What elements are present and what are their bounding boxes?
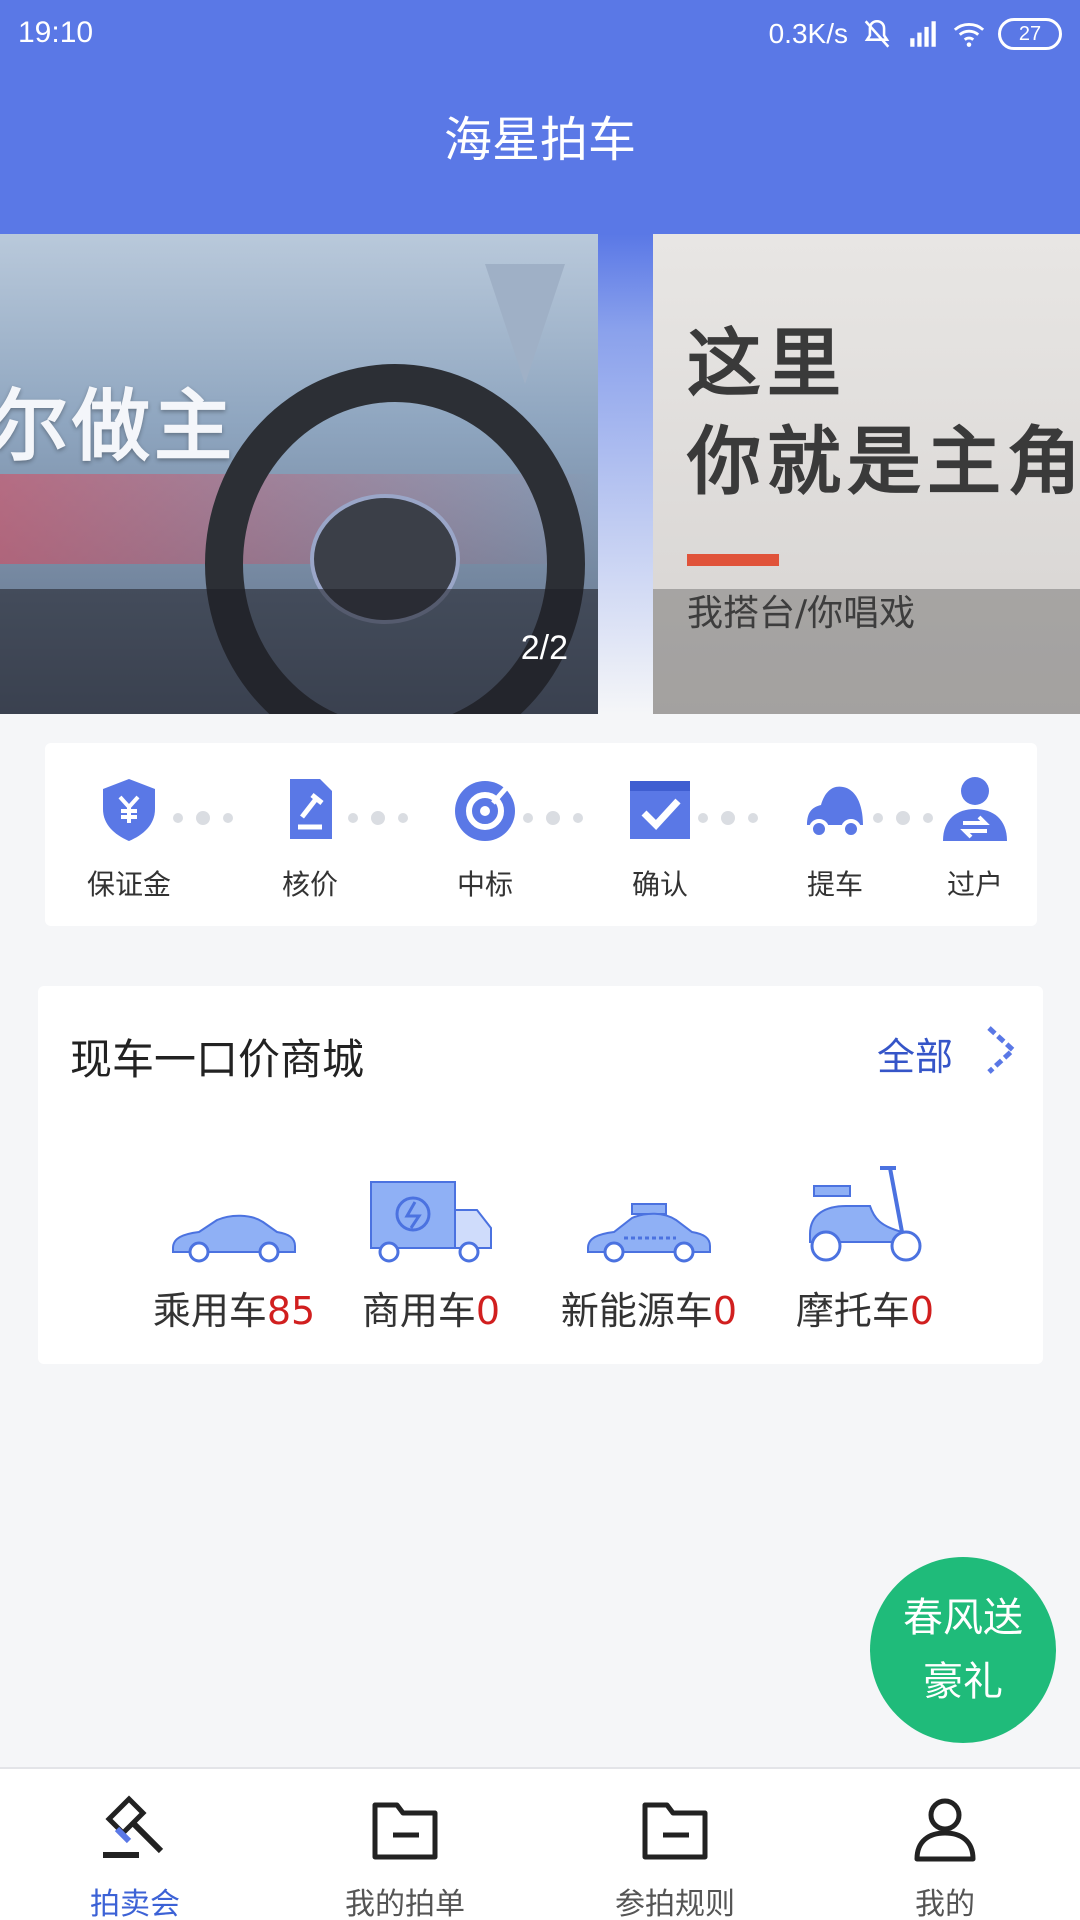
step-connector [698,811,758,825]
nav-label: 参拍规则 [615,1887,735,1920]
promo-line2: 豪礼 [923,1659,1003,1705]
banner-page-counter: 2/2 [520,629,568,667]
fixed-price-mall: 现车一口价商城 全部 乘用车85 商用车0 新能源车0 摩托车0 [38,986,1043,1364]
scooter-icon [809,1166,922,1262]
view-all-link[interactable]: 全部 [877,1026,953,1081]
step-confirm[interactable]: 确认 [590,773,730,903]
status-bar: 19:10 0.3K/s 27 [0,0,1080,72]
wifi-icon [953,23,985,47]
mall-item-caption: 摩托车0 [790,1280,940,1335]
mall-item-caption: 乘用车85 [146,1280,322,1335]
banner-subtitle: 我搭台/你唱戏 [687,593,916,634]
battery-icon: 27 [998,18,1062,50]
promo-line1: 春风送 [903,1595,1023,1641]
step-label: 过户 [946,868,1003,901]
step-win-bid[interactable]: 中标 [415,773,555,903]
battery-level: 27 [1018,22,1042,45]
banner-slide-text: 尔做主 [0,382,237,472]
mall-item-count: 0 [712,1289,738,1333]
mall-item-count: 0 [909,1289,935,1333]
network-speed: 0.3K/s [768,18,848,49]
app-header: 19:10 0.3K/s 27 海星拍车 [0,0,1080,234]
mall-item-label: 新能源车 [560,1289,713,1333]
mall-title: 现车一口价商城 [70,1035,365,1084]
step-label: 中标 [456,868,513,901]
mall-item-new-energy[interactable]: 新能源车0 [556,1156,742,1335]
step-label: 确认 [631,868,688,901]
mall-item-commercial[interactable]: 商用车0 [356,1156,506,1335]
nav-tab-auction[interactable]: 拍卖会 [0,1789,270,1920]
taxi-icon [587,1203,711,1263]
price-check-icon [290,779,332,839]
folder-icon [372,1802,438,1860]
step-deposit[interactable]: 保证金 [59,773,199,903]
nav-label: 我的 [915,1887,975,1920]
banner-heading-line2: 你就是主角 [687,419,1080,505]
sedan-icon [172,1214,296,1263]
banner-prism-decoration [485,264,565,384]
mute-bell-icon [864,19,890,48]
banner-carousel[interactable]: 尔做主 2/2 这里 你就是主角 我搭台/你唱戏 [0,234,1080,714]
mall-item-count: 85 [266,1289,316,1333]
banner-heading-line1: 这里 [687,321,847,407]
bottom-navigation: 拍卖会 我的拍单 参拍规则 我的 [0,1767,1080,1920]
truck-icon [370,1181,492,1263]
promo-floating-button[interactable]: 春风送 豪礼 [870,1557,1056,1743]
mall-item-caption: 商用车0 [356,1280,506,1335]
page-title: 海星拍车 [443,112,636,168]
nav-tab-rules[interactable]: 参拍规则 [540,1789,810,1920]
folder-icon [642,1802,708,1860]
step-label: 保证金 [86,868,171,901]
chevron-right-icon[interactable] [981,1024,1021,1076]
nav-label: 拍卖会 [90,1887,180,1920]
step-label: 核价 [281,868,338,901]
deposit-shield-icon [103,779,155,841]
pickup-car-icon [807,786,863,839]
mall-item-label: 乘用车 [152,1289,267,1333]
status-time: 19:10 [18,16,94,49]
confirm-icon [630,781,690,839]
user-icon [914,1798,976,1862]
nav-label: 我的拍单 [345,1887,465,1920]
banner-accent-bar [687,554,779,566]
step-connector [173,811,233,825]
banner-slide-steering[interactable]: 尔做主 2/2 [0,234,598,714]
mall-item-passenger[interactable]: 乘用车85 [146,1156,322,1335]
auction-gavel-icon [103,1795,164,1858]
signal-icon [910,21,936,47]
banner-slide-next[interactable]: 这里 你就是主角 我搭台/你唱戏 [653,234,1080,714]
mall-item-count: 0 [475,1289,501,1333]
step-connector [523,811,583,825]
transfer-user-icon [943,777,1007,841]
banner-caption-overlay [0,589,598,714]
mall-item-label: 商用车 [361,1289,476,1333]
win-bid-icon [455,781,515,841]
nav-tab-profile[interactable]: 我的 [810,1789,1080,1920]
mall-item-caption: 新能源车0 [556,1280,742,1335]
nav-tab-my-bids[interactable]: 我的拍单 [270,1789,540,1920]
auction-process-steps: 保证金 核价 中标 确认 提车 过户 [45,743,1037,926]
step-price-check[interactable]: 核价 [240,773,380,903]
status-indicators: 0.3K/s 27 [769,14,1062,54]
step-label: 提车 [806,868,863,901]
step-connector [348,811,408,825]
step-transfer[interactable]: 过户 [913,773,1037,903]
mall-item-motorcycle[interactable]: 摩托车0 [790,1156,940,1335]
step-pickup[interactable]: 提车 [765,773,905,903]
mall-item-label: 摩托车 [795,1289,910,1333]
